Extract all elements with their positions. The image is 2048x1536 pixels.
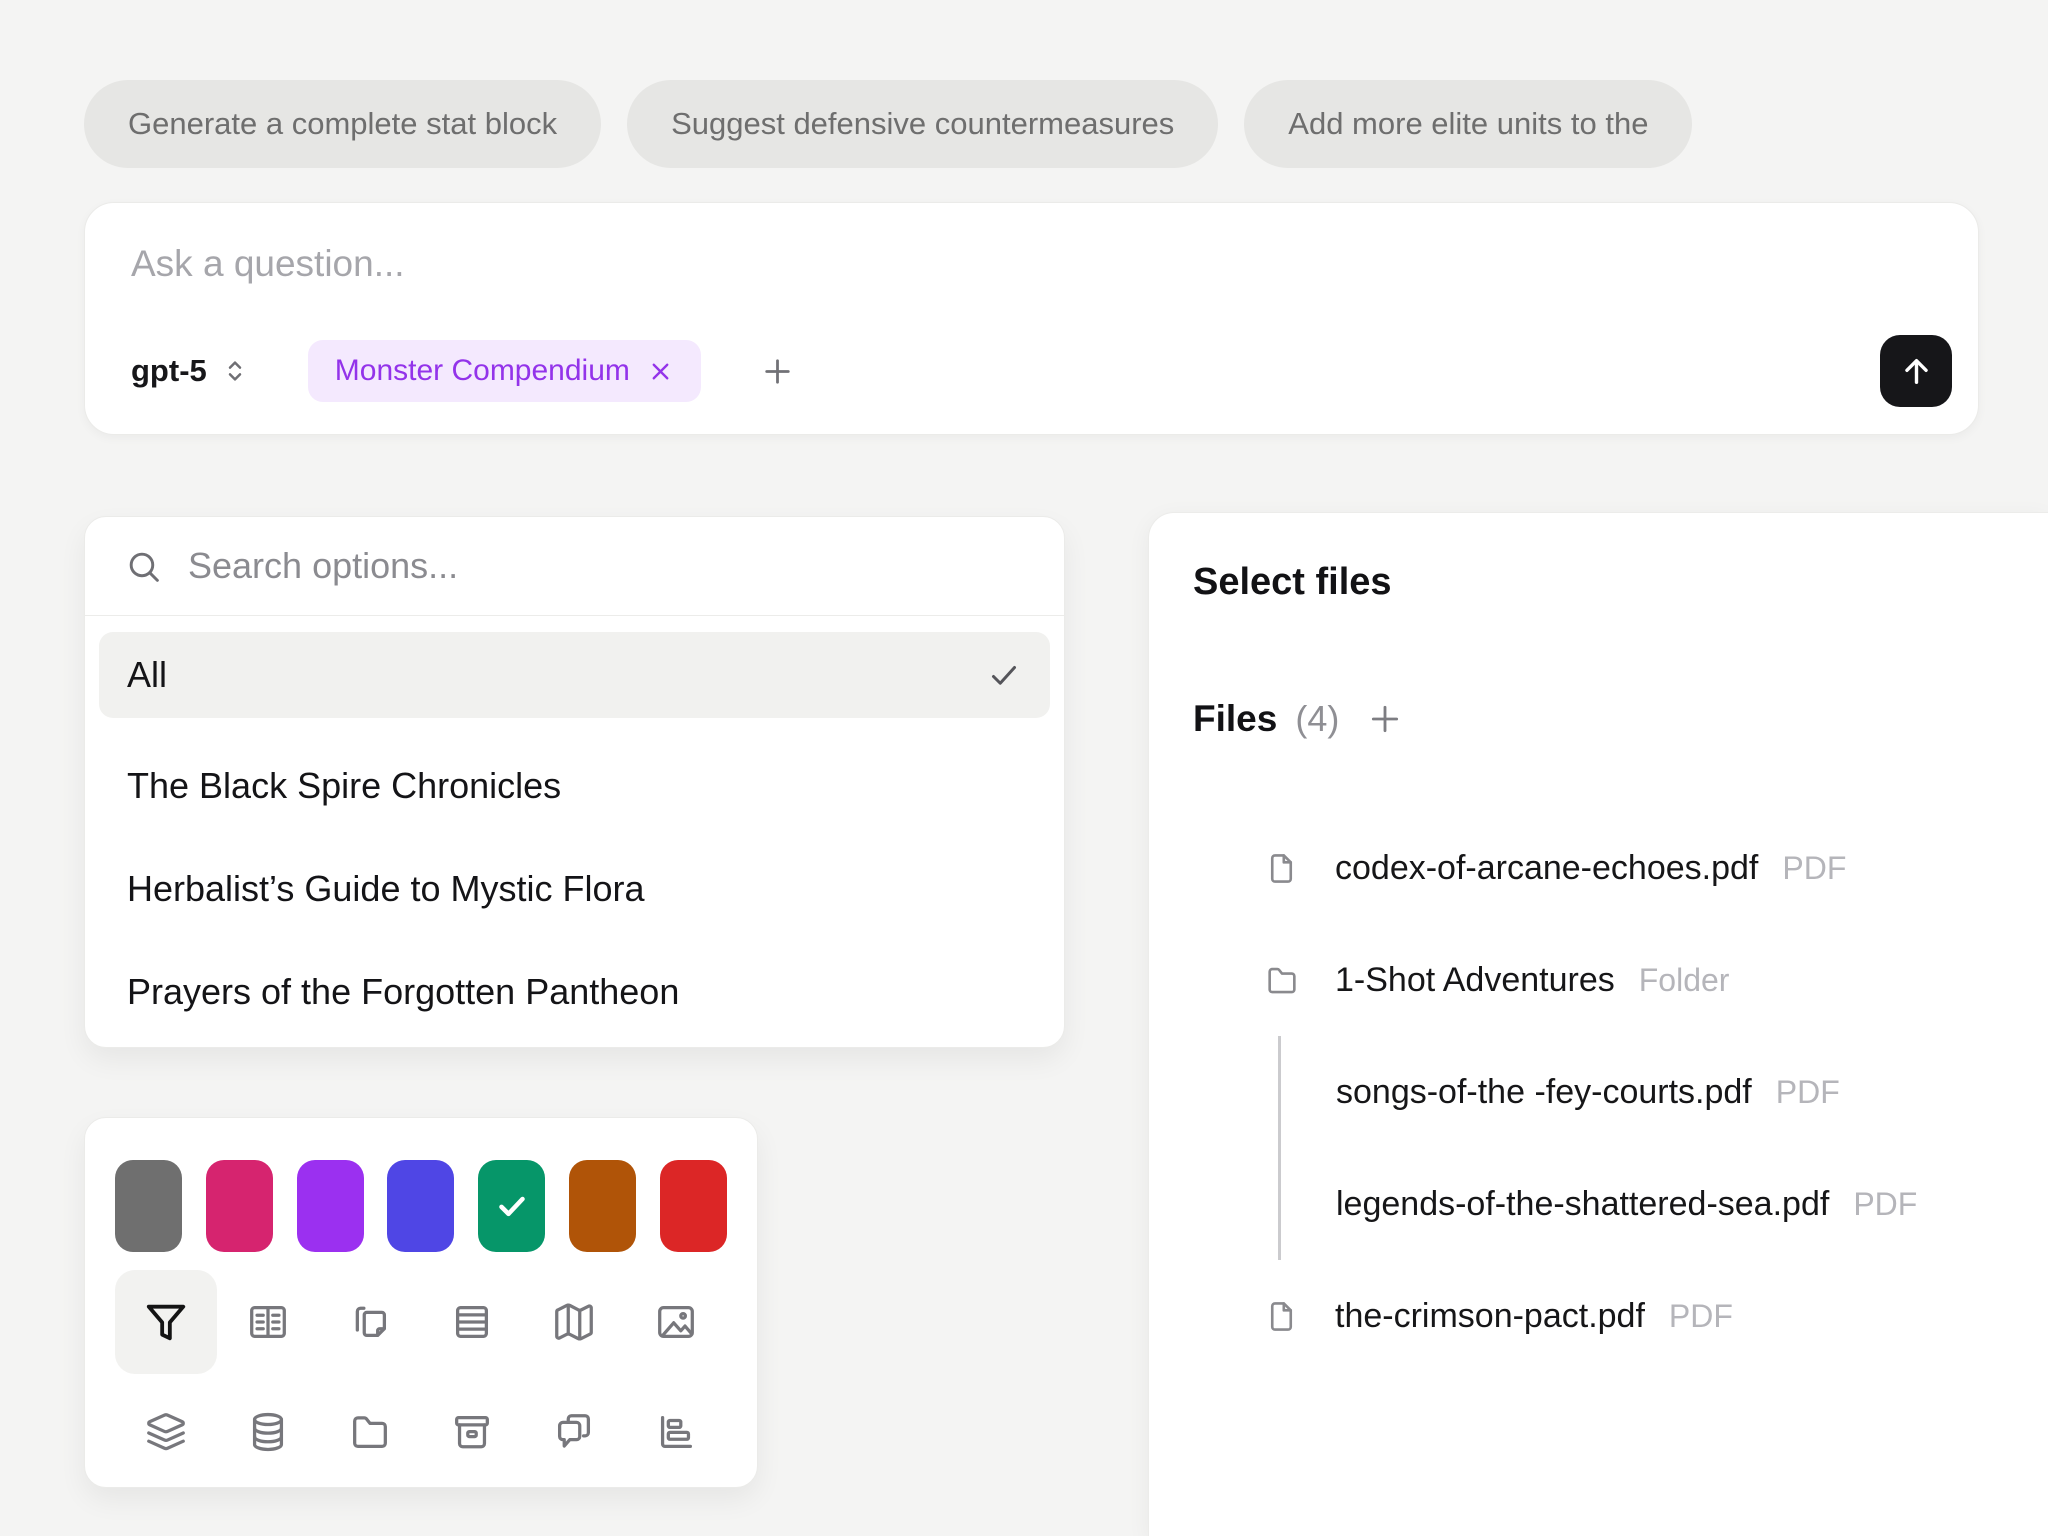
file-icon — [1263, 850, 1301, 887]
context-tag-label: Monster Compendium — [335, 354, 630, 388]
icon-option-layers[interactable] — [115, 1380, 217, 1484]
option-label: Prayers of the Forgotten Pantheon — [127, 971, 679, 1013]
folder-icon — [347, 1409, 393, 1455]
file-row-one-shot-adventures[interactable]: 1-Shot Adventures Folder — [1193, 924, 2048, 1036]
option-herbalists-guide[interactable]: Herbalist’s Guide to Mystic Flora — [85, 837, 1064, 940]
file-list: codex-of-arcane-echoes.pdf PDF 1-Shot Ad… — [1193, 812, 2048, 1372]
send-button[interactable] — [1880, 335, 1952, 407]
suggestion-chip-stat-block[interactable]: Generate a complete stat block — [84, 80, 601, 168]
suggestion-chips: Generate a complete stat block Suggest d… — [84, 80, 2048, 168]
messages-icon — [551, 1409, 597, 1455]
file-type-badge: Folder — [1639, 962, 1730, 999]
arrow-up-icon — [1898, 353, 1935, 390]
model-name: gpt-5 — [131, 353, 207, 389]
files-count: (4) — [1295, 698, 1339, 740]
archive-icon — [449, 1409, 495, 1455]
option-forgotten-pantheon[interactable]: Prayers of the Forgotten Pantheon — [85, 940, 1064, 1043]
filter-icon — [143, 1299, 189, 1345]
files-header: Files (4) — [1193, 698, 2048, 740]
icon-grid — [115, 1270, 727, 1484]
file-name: songs-of-the -fey-courts.pdf — [1336, 1073, 1752, 1112]
icon-option-filter[interactable] — [115, 1270, 217, 1374]
add-file-icon[interactable] — [1365, 699, 1405, 739]
files-panel: Select files Files (4) codex-of-arcane-e… — [1148, 512, 2048, 1536]
file-type-badge: PDF — [1669, 1298, 1733, 1335]
option-all[interactable]: All — [99, 632, 1050, 718]
map-icon — [551, 1299, 597, 1345]
search-options-input[interactable] — [188, 545, 1024, 587]
suggestion-chip-countermeasures[interactable]: Suggest defensive countermeasures — [627, 80, 1218, 168]
color-swatch-green-selected[interactable] — [478, 1160, 545, 1252]
option-label: Herbalist’s Guide to Mystic Flora — [127, 868, 645, 910]
copy-pages-icon — [347, 1299, 393, 1345]
color-swatch-brown[interactable] — [569, 1160, 636, 1252]
composer-card: gpt-5 Monster Compendium — [84, 202, 1979, 435]
database-icon — [245, 1409, 291, 1455]
check-icon — [491, 1185, 533, 1227]
option-black-spire-chronicles[interactable]: The Black Spire Chronicles — [85, 734, 1064, 837]
file-row-codex[interactable]: codex-of-arcane-echoes.pdf PDF — [1193, 812, 2048, 924]
color-swatches — [115, 1160, 727, 1252]
icon-option-bar-chart[interactable] — [625, 1380, 727, 1484]
files-label: Files — [1193, 698, 1277, 740]
rows-icon — [449, 1299, 495, 1345]
option-label: The Black Spire Chronicles — [127, 765, 561, 807]
file-type-badge: PDF — [1853, 1186, 1917, 1223]
image-icon — [653, 1299, 699, 1345]
model-selector[interactable]: gpt-5 — [131, 353, 250, 389]
search-icon — [125, 548, 162, 585]
file-type-badge: PDF — [1776, 1074, 1840, 1111]
composer-toolbar: gpt-5 Monster Compendium — [131, 334, 1952, 408]
icon-option-folder[interactable] — [319, 1380, 421, 1484]
remove-tag-icon[interactable] — [647, 358, 674, 385]
file-type-badge: PDF — [1782, 850, 1846, 887]
icon-option-messages[interactable] — [523, 1380, 625, 1484]
file-icon — [1263, 1298, 1301, 1335]
color-swatch-gray[interactable] — [115, 1160, 182, 1252]
icon-option-image[interactable] — [625, 1270, 727, 1374]
options-dropdown: All The Black Spire Chronicles Herbalist… — [84, 516, 1065, 1048]
icon-option-database[interactable] — [217, 1380, 319, 1484]
file-name: codex-of-arcane-echoes.pdf — [1335, 849, 1758, 888]
check-icon — [986, 657, 1022, 693]
context-tag-monster-compendium[interactable]: Monster Compendium — [308, 340, 701, 402]
notebook-icon — [245, 1299, 291, 1345]
color-swatch-indigo[interactable] — [387, 1160, 454, 1252]
icon-option-map[interactable] — [523, 1270, 625, 1374]
layers-icon — [143, 1409, 189, 1455]
files-panel-title: Select files — [1193, 561, 2048, 604]
file-name: the-crimson-pact.pdf — [1335, 1297, 1645, 1336]
folder-icon — [1263, 962, 1301, 999]
folder-name: 1-Shot Adventures — [1335, 961, 1615, 1000]
file-name: legends-of-the-shattered-sea.pdf — [1336, 1185, 1829, 1224]
suggestion-chip-elite-units[interactable]: Add more elite units to the — [1244, 80, 1692, 168]
chevrons-up-down-icon — [220, 356, 250, 386]
option-label: All — [127, 654, 167, 696]
file-row-songs-of-the-fey-courts[interactable]: songs-of-the -fey-courts.pdf PDF — [1281, 1036, 2048, 1148]
file-row-legends-of-the-shattered-sea[interactable]: legends-of-the-shattered-sea.pdf PDF — [1281, 1148, 2048, 1260]
bar-chart-icon — [653, 1409, 699, 1455]
folder-children-group: songs-of-the -fey-courts.pdf PDF legends… — [1278, 1036, 2048, 1260]
icon-option-archive[interactable] — [421, 1380, 523, 1484]
color-swatch-red[interactable] — [660, 1160, 727, 1252]
icon-option-copy[interactable] — [319, 1270, 421, 1374]
search-options-row — [85, 517, 1064, 616]
screen: Generate a complete stat block Suggest d… — [0, 0, 2048, 1536]
color-swatch-pink[interactable] — [206, 1160, 273, 1252]
style-palette — [84, 1117, 758, 1488]
icon-option-notebook[interactable] — [217, 1270, 319, 1374]
file-row-the-crimson-pact[interactable]: the-crimson-pact.pdf PDF — [1193, 1260, 2048, 1372]
add-context-icon[interactable] — [759, 353, 796, 390]
color-swatch-purple[interactable] — [297, 1160, 364, 1252]
question-input[interactable] — [131, 235, 1231, 293]
icon-option-rows[interactable] — [421, 1270, 523, 1374]
